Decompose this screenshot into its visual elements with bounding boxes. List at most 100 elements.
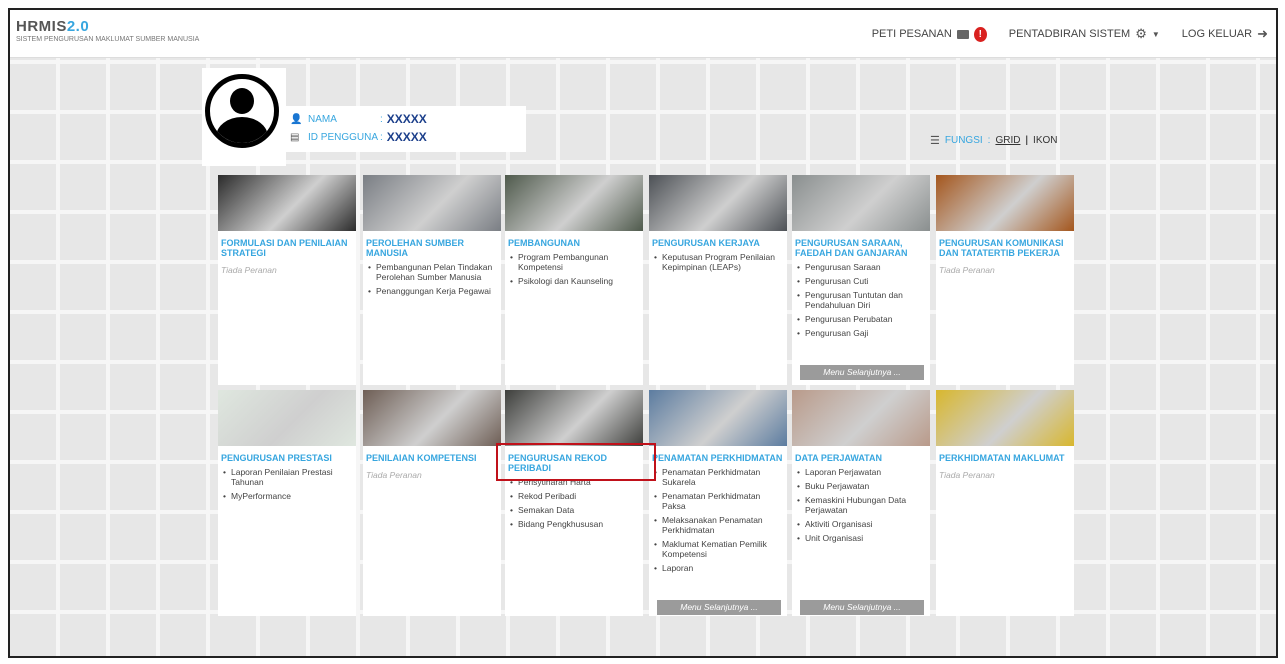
module-title[interactable]: PENILAIAN KOMPETENSI [363, 446, 501, 465]
module-image[interactable] [792, 175, 930, 231]
module-tile[interactable]: PENILAIAN KOMPETENSI Tiada Peranan [363, 390, 501, 616]
module-menu-item[interactable]: Pembangunan Pelan Tindakan Perolehan Sum… [366, 262, 498, 282]
module-tile[interactable]: PENGURUSAN KOMUNIKASI DAN TATATERTIB PEK… [936, 175, 1074, 385]
module-menu-item[interactable]: Pengurusan Gaji [795, 328, 927, 338]
more-menu-button[interactable]: Menu Selanjutnya ... [800, 365, 924, 380]
more-menu-button[interactable]: Menu Selanjutnya ... [657, 600, 781, 615]
module-menu: Laporan Penilaian Prestasi Tahunan MyPerf… [218, 465, 356, 501]
module-menu-item[interactable]: Unit Organisasi [795, 533, 927, 543]
module-menu-item[interactable]: Penanggungan Kerja Pegawai [366, 286, 498, 296]
module-title[interactable]: DATA PERJAWATAN [792, 446, 930, 465]
module-menu-item[interactable]: Penamatan Perkhidmatan Paksa [652, 491, 784, 511]
view-divider: | [1025, 135, 1029, 146]
no-role-text: Tiada Peranan [939, 470, 995, 480]
module-menu-item[interactable]: Bidang Pengkhususan [508, 519, 640, 529]
name-sep: : [380, 113, 383, 125]
module-menu-item[interactable]: Pengurusan Tuntutan dan Pendahuluan Diri [795, 290, 927, 310]
module-menu-item[interactable]: Aktiviti Organisasi [795, 519, 927, 529]
logo[interactable]: HRMIS2.0 SISTEM PENGURUSAN MAKLUMAT SUMB… [16, 18, 199, 43]
view-label: FUNGSI [944, 135, 983, 146]
module-image[interactable] [505, 175, 643, 231]
module-menu: Pengurusan Saraan Pengurusan Cuti Pengurus… [792, 260, 930, 338]
module-image[interactable] [649, 175, 787, 231]
envelope-icon [956, 29, 969, 39]
module-title[interactable]: PEMBANGUNAN [505, 231, 643, 250]
admin-menu[interactable]: PENTADBIRAN SISTEM ⚙ ▼ [1009, 26, 1160, 42]
module-image[interactable] [218, 390, 356, 446]
background [10, 58, 1276, 656]
grid-view-link[interactable]: GRID [995, 135, 1020, 146]
avatar[interactable] [205, 74, 279, 148]
module-tile[interactable]: PENGURUSAN REKOD PERIBADIPerisytiharan H… [505, 390, 643, 616]
module-menu: Program Pembangunan Kompetensi Psikologi … [505, 250, 643, 286]
name-label: NAMA [308, 113, 337, 125]
module-menu-item[interactable]: Penamatan Perkhidmatan Sukarela [652, 467, 784, 487]
module-title[interactable]: PENAMATAN PERKHIDMATAN [649, 446, 787, 465]
module-menu-item[interactable]: Maklumat Kematian Pemilik Kompetensi [652, 539, 784, 559]
module-title[interactable]: PENGURUSAN PRESTASI [218, 446, 356, 465]
module-image[interactable] [792, 390, 930, 446]
logout-label: LOG KELUAR [1181, 28, 1253, 40]
module-image[interactable] [649, 390, 787, 446]
module-menu-item[interactable]: Buku Perjawatan [795, 481, 927, 491]
module-image[interactable] [218, 175, 356, 231]
view-sep: : [987, 135, 991, 146]
module-menu-item[interactable]: Rekod Peribadi [508, 491, 640, 501]
module-tile[interactable]: PERKHIDMATAN MAKLUMAT Tiada Peranan [936, 390, 1074, 616]
name-row: 👤 NAMA : XXXXX [290, 112, 427, 126]
module-tile[interactable]: PEMBANGUNANProgram Pembangunan Kompetens… [505, 175, 643, 385]
profile-card [202, 68, 286, 166]
module-menu-item[interactable]: Semakan Data [508, 505, 640, 515]
module-tile[interactable]: PENGURUSAN KERJAYA Keputusan Program Peni… [649, 175, 787, 385]
module-menu: Penamatan Perkhidmatan Sukarela Penamatan… [649, 465, 787, 573]
module-menu-item[interactable]: Psikologi dan Kaunseling [508, 276, 640, 286]
module-image[interactable] [505, 390, 643, 446]
module-image[interactable] [363, 390, 501, 446]
module-image[interactable] [936, 390, 1074, 446]
module-menu-item[interactable]: Keputusan Program Penilaian Kepimpinan (… [652, 252, 784, 272]
icon-view-link[interactable]: IKON [1033, 135, 1057, 146]
module-menu-item[interactable]: Kemaskini Hubungan Data Perjawatan [795, 495, 927, 515]
module-image[interactable] [936, 175, 1074, 231]
module-title[interactable]: PENGURUSAN KOMUNIKASI DAN TATATERTIB PEK… [936, 231, 1074, 260]
user-icon: 👤 [290, 114, 303, 125]
logout-link[interactable]: LOG KELUAR ➜ [1182, 26, 1268, 42]
notification-badge: ! [973, 26, 987, 42]
view-toggle: ☰ FUNGSI : GRID | IKON [930, 134, 1058, 147]
module-menu-item[interactable]: Melaksanakan Penamatan Perkhidmatan [652, 515, 784, 535]
top-bar: HRMIS2.0 SISTEM PENGURUSAN MAKLUMAT SUMB… [10, 10, 1276, 58]
module-title[interactable]: PENGURUSAN SARAAN, FAEDAH DAN GANJARAN [792, 231, 930, 260]
inbox-link[interactable]: PETI PESANAN ! [871, 26, 987, 42]
module-menu-item[interactable]: Program Pembangunan Kompetensi [508, 252, 640, 272]
module-tile[interactable]: PENGURUSAN PRESTASILaporan Penilaian Pre… [218, 390, 356, 616]
inbox-label: PETI PESANAN [871, 28, 952, 40]
top-nav: PETI PESANAN ! PENTADBIRAN SISTEM ⚙ ▼ LO… [858, 26, 1268, 42]
module-menu-item[interactable]: Laporan Perjawatan [795, 467, 927, 477]
logout-icon: ➜ [1257, 26, 1268, 41]
highlight-box [496, 443, 656, 481]
module-tile[interactable]: PENAMATAN PERKHIDMATANPenamatan Perkhidm… [649, 390, 787, 616]
module-menu-item[interactable]: Laporan Penilaian Prestasi Tahunan [221, 467, 353, 487]
module-menu-item[interactable]: Laporan [652, 563, 784, 573]
module-tile[interactable]: PENGURUSAN SARAAN, FAEDAH DAN GANJARANPe… [792, 175, 930, 385]
module-tile[interactable]: FORMULASI DAN PENILAIAN STRATEGI Tiada Pe… [218, 175, 356, 385]
module-tile[interactable]: PEROLEHAN SUMBER MANUSIAPembangunan Pela… [363, 175, 501, 385]
logo-subtitle: SISTEM PENGURUSAN MAKLUMAT SUMBER MANUSI… [16, 36, 200, 43]
module-title[interactable]: PENGURUSAN KERJAYA [649, 231, 787, 250]
module-menu-item[interactable]: Pengurusan Cuti [795, 276, 927, 286]
module-menu-item[interactable]: Pengurusan Perubatan [795, 314, 927, 324]
module-image[interactable] [363, 175, 501, 231]
logo-text: HRMIS [16, 18, 67, 35]
module-title[interactable]: PERKHIDMATAN MAKLUMAT [936, 446, 1074, 465]
no-role-text: Tiada Peranan [221, 265, 277, 275]
id-sep: : [380, 131, 383, 143]
module-menu-item[interactable]: Pengurusan Saraan [795, 262, 927, 272]
module-menu-item[interactable]: MyPerformance [221, 491, 353, 501]
id-value: XXXXX [386, 130, 427, 144]
module-tile[interactable]: DATA PERJAWATAN Laporan Perjawatan Buku Pe… [792, 390, 930, 616]
module-menu: Keputusan Program Penilaian Kepimpinan (… [649, 250, 787, 272]
module-title[interactable]: PEROLEHAN SUMBER MANUSIA [363, 231, 501, 260]
more-menu-button[interactable]: Menu Selanjutnya ... [800, 600, 924, 615]
module-title[interactable]: FORMULASI DAN PENILAIAN STRATEGI [218, 231, 356, 260]
chevron-down-icon: ▼ [1151, 29, 1160, 39]
